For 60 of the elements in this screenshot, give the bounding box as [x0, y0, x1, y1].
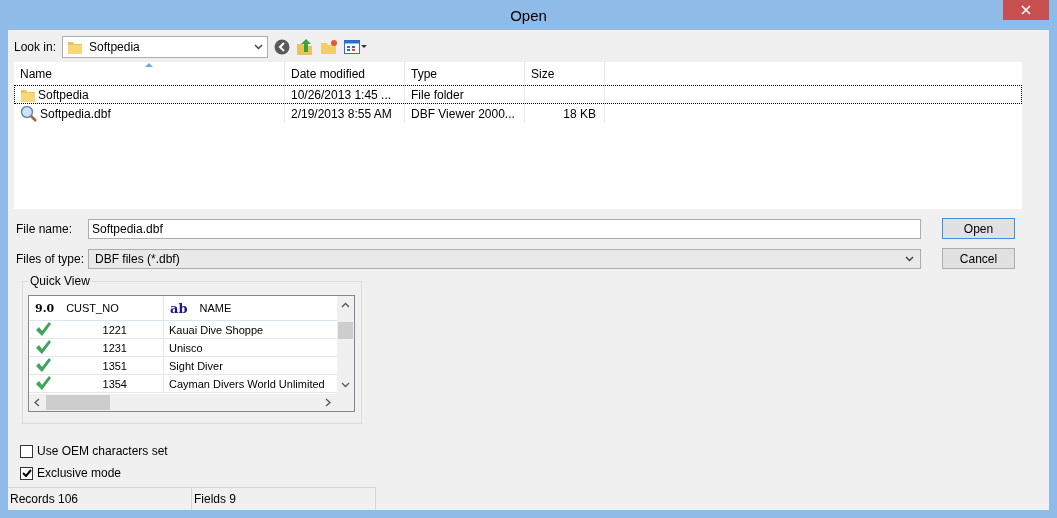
scrollbar-thumb[interactable]: [46, 395, 110, 411]
file-row[interactable]: Softpedia 10/26/2013 1:45 ... File folder: [14, 85, 1022, 104]
sort-arrow-icon: [145, 62, 153, 67]
file-name-label: File name:: [15, 221, 74, 236]
file-type: File folder: [411, 87, 464, 102]
type-label: ab: [170, 300, 188, 316]
magnifier-icon: [20, 104, 38, 123]
checkbox[interactable]: [20, 466, 33, 480]
checkmark-icon: [21, 468, 32, 478]
status-text: Fields 9: [192, 488, 376, 510]
up-folder-button[interactable]: [296, 38, 315, 56]
table-cell: 1231: [102, 341, 127, 354]
check-icon: [35, 376, 51, 392]
file-type-dropdown[interactable]: DBF files (*.dbf): [88, 248, 921, 269]
table-cell: Unisco: [169, 341, 203, 354]
check-icon: [35, 322, 51, 338]
checkbox[interactable]: [20, 444, 33, 458]
table-cell: 1351: [102, 359, 127, 372]
table-cell: Sight Diver: [169, 359, 223, 372]
folder-icon: [67, 39, 84, 55]
scrollbar-thumb[interactable]: [338, 321, 353, 339]
close-button[interactable]: [1003, 0, 1049, 20]
table-cell: Kauai Dive Shoppe: [169, 323, 264, 336]
chevron-down-icon: [254, 44, 264, 50]
scroll-up-icon[interactable]: [341, 302, 350, 309]
close-icon: [1021, 5, 1031, 15]
file-type: DBF Viewer 2000...: [411, 106, 515, 121]
file-name: Softpedia: [38, 87, 89, 102]
check-icon: [35, 340, 51, 356]
chevron-down-icon: [905, 255, 914, 262]
horizontal-scrollbar[interactable]: [29, 394, 354, 412]
file-name: Softpedia.dbf: [40, 106, 111, 121]
table-cell: 1221: [102, 323, 127, 336]
look-in-label: Look in:: [14, 40, 57, 54]
check-icon: [35, 358, 51, 374]
table-cell: 1354: [102, 377, 127, 390]
checkbox-label[interactable]: Use OEM characters set: [37, 444, 168, 459]
date-modified: 2/19/2013 8:55 AM: [291, 106, 392, 121]
status-text: Records 106: [8, 488, 192, 510]
file-size: 18 KB: [563, 106, 596, 121]
scroll-down-icon[interactable]: [341, 382, 350, 389]
column-label: NAME: [199, 302, 232, 315]
view-menu-button[interactable]: [344, 39, 369, 55]
file-type-label: Files of type:: [15, 251, 86, 266]
dialog-button[interactable]: Cancel: [942, 248, 1015, 270]
column-label: CUST_NO: [66, 302, 119, 315]
dialog-button[interactable]: Open: [942, 218, 1015, 240]
type-label: 9.0: [35, 301, 55, 315]
vertical-scrollbar[interactable]: [337, 296, 354, 395]
checkbox-label[interactable]: Exclusive mode: [37, 466, 122, 481]
date-modified: 10/26/2013 1:45 ...: [291, 87, 392, 102]
column-header[interactable]: 9.0 CUST_NO: [29, 296, 164, 321]
window-title: Open: [510, 7, 547, 24]
new-folder-button[interactable]: [320, 39, 339, 55]
back-button[interactable]: [274, 39, 291, 55]
look-in-dropdown[interactable]: Softpedia: [62, 36, 269, 58]
table-cell: Cayman Divers World Unlimited: [169, 377, 325, 390]
file-name-field[interactable]: Softpedia.dbf: [88, 218, 921, 239]
group-title: Quick View: [28, 274, 92, 289]
file-row[interactable]: Softpedia.dbf 2/19/2013 8:55 AM DBF Viewer 2000... 18 KB: [14, 104, 1022, 123]
